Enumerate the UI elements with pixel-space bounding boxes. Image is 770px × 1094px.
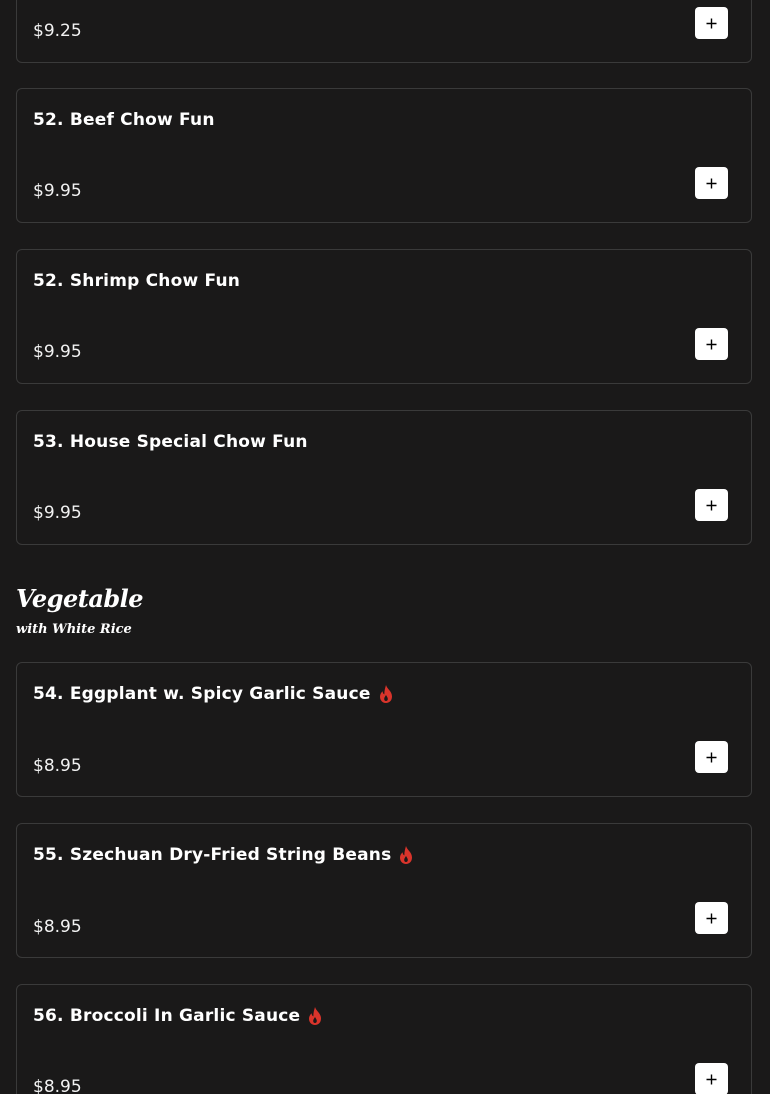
menu-item-card[interactable]: $9.25: [16, 0, 752, 63]
item-price: $9.95: [33, 342, 82, 362]
add-to-cart-button[interactable]: [695, 167, 728, 199]
item-title: 52. Shrimp Chow Fun: [33, 271, 240, 291]
section-subtitle: with White Rice: [16, 622, 132, 637]
plus-icon: [706, 913, 717, 923]
item-title-text: 54. Eggplant w. Spicy Garlic Sauce: [33, 684, 371, 704]
item-title-text: 55. Szechuan Dry-Fried String Beans: [33, 845, 392, 865]
plus-icon: [706, 178, 717, 188]
plus-icon: [706, 500, 717, 510]
item-price: $8.95: [33, 756, 82, 776]
add-to-cart-button[interactable]: [695, 902, 728, 934]
item-title: 55. Szechuan Dry-Fried String Beans: [33, 845, 414, 865]
item-price: $8.95: [33, 917, 82, 937]
menu-item-card[interactable]: 55. Szechuan Dry-Fried String Beans $8.9…: [16, 823, 752, 958]
item-title: 52. Beef Chow Fun: [33, 110, 215, 130]
add-to-cart-button[interactable]: [695, 1063, 728, 1094]
plus-icon: [706, 18, 717, 28]
item-title: 56. Broccoli In Garlic Sauce: [33, 1006, 323, 1026]
menu-page: $9.25 52. Beef Chow Fun $9.95 52. Shrimp…: [0, 0, 770, 1094]
item-title-text: 56. Broccoli In Garlic Sauce: [33, 1006, 301, 1026]
add-to-cart-button[interactable]: [695, 489, 728, 521]
section-title: Vegetable: [16, 584, 144, 613]
item-price: $9.25: [33, 21, 82, 41]
item-title-text: 53. House Special Chow Fun: [33, 432, 308, 452]
flame-icon: [379, 685, 392, 703]
add-to-cart-button[interactable]: [695, 741, 728, 773]
flame-icon: [309, 1007, 322, 1025]
plus-icon: [706, 1074, 717, 1084]
menu-item-card[interactable]: 53. House Special Chow Fun $9.95: [16, 410, 752, 545]
item-price: $9.95: [33, 503, 82, 523]
item-title-text: 52. Shrimp Chow Fun: [33, 271, 241, 291]
flame-icon: [400, 846, 413, 864]
menu-item-card[interactable]: 56. Broccoli In Garlic Sauce $8.95: [16, 984, 752, 1094]
plus-icon: [706, 339, 717, 349]
menu-item-card[interactable]: 52. Beef Chow Fun $9.95: [16, 88, 752, 223]
item-title: 54. Eggplant w. Spicy Garlic Sauce: [33, 684, 394, 704]
menu-item-card[interactable]: 54. Eggplant w. Spicy Garlic Sauce $8.95: [16, 662, 752, 797]
item-title: 53. House Special Chow Fun: [33, 432, 308, 452]
menu-item-card[interactable]: 52. Shrimp Chow Fun $9.95: [16, 249, 752, 384]
item-price: $8.95: [33, 1077, 82, 1094]
add-to-cart-button[interactable]: [695, 328, 728, 360]
item-title-text: 52. Beef Chow Fun: [33, 110, 215, 130]
plus-icon: [706, 752, 717, 762]
item-price: $9.95: [33, 181, 82, 201]
add-to-cart-button[interactable]: [695, 7, 728, 39]
